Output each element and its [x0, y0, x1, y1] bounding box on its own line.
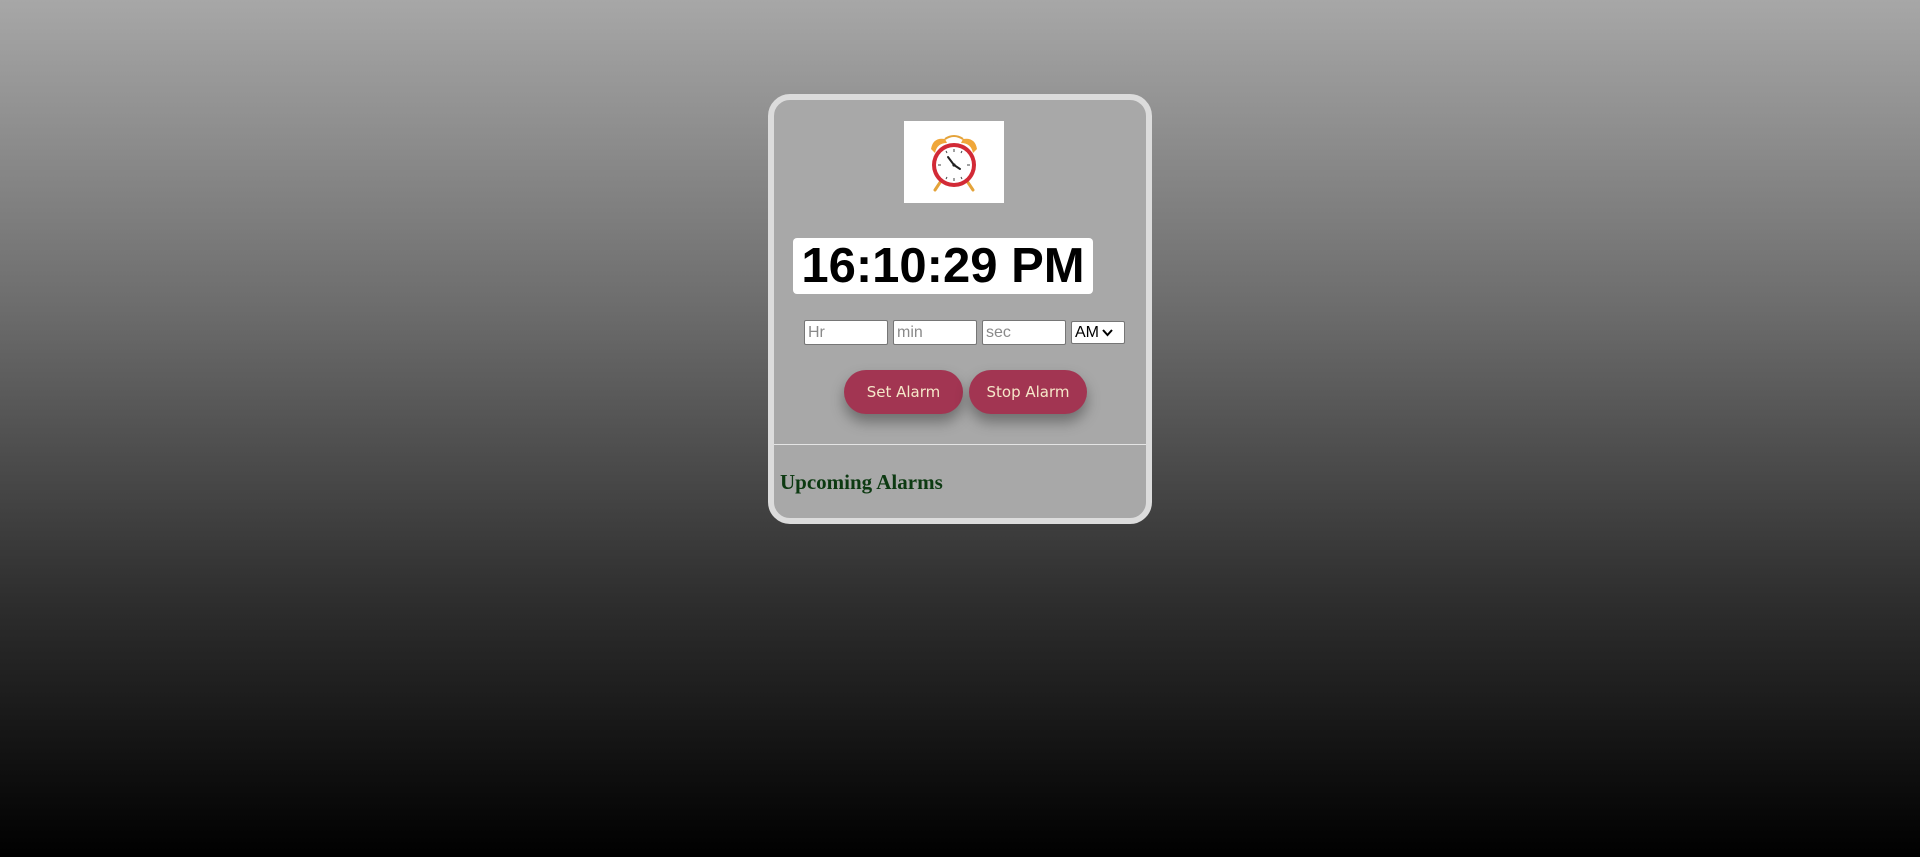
second-input[interactable]	[982, 320, 1066, 345]
ampm-selected-value: AM	[1075, 323, 1099, 341]
stop-alarm-button[interactable]: Stop Alarm	[969, 370, 1087, 414]
hour-input[interactable]	[804, 320, 888, 345]
minute-input[interactable]	[893, 320, 977, 345]
upcoming-alarms-heading: Upcoming Alarms	[780, 470, 943, 494]
alarm-card: 16:10:29 PM AM Set Alarm Stop Alarm Upco…	[768, 94, 1152, 524]
alarm-time-inputs: AM	[804, 320, 1125, 345]
set-alarm-button[interactable]: Set Alarm	[844, 370, 963, 414]
alarm-buttons: Set Alarm Stop Alarm	[844, 370, 1087, 414]
chevron-down-icon	[1102, 326, 1113, 340]
section-divider	[774, 444, 1146, 445]
alarm-clock-icon	[931, 135, 977, 192]
current-time-display: 16:10:29 PM	[793, 238, 1093, 294]
alarm-clock-logo	[904, 121, 1004, 203]
current-time-text: 16:10:29 PM	[801, 239, 1085, 293]
ampm-select[interactable]: AM	[1071, 321, 1125, 344]
